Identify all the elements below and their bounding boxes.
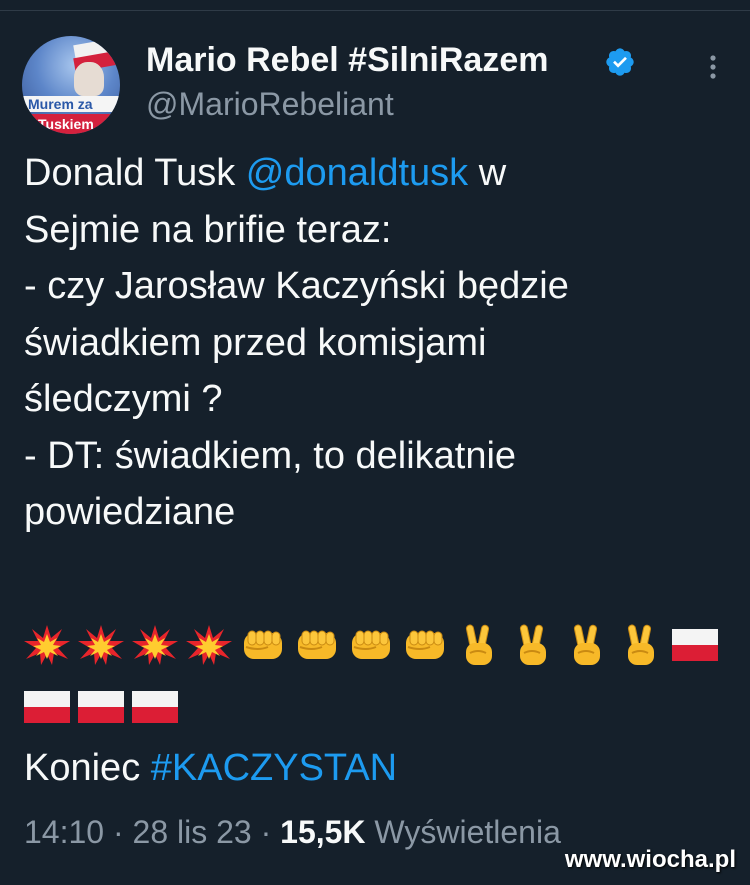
tweet-time[interactable]: 14:10	[24, 814, 104, 850]
tweet-text-line1-post: w	[468, 152, 507, 194]
meta-separator-1: ·	[112, 814, 124, 850]
avatar-text-line2: Tuskiem	[22, 114, 120, 134]
emoji-row-2	[22, 684, 180, 730]
poland-flag-icon	[670, 623, 720, 667]
collision-icon	[22, 623, 72, 667]
fist-icon	[238, 623, 288, 667]
author-avatar[interactable]: Murem za Tuskiem	[22, 36, 120, 134]
more-options-icon[interactable]	[700, 52, 726, 82]
victory-hand-icon	[508, 623, 558, 667]
views-label: Wyświetlenia	[374, 814, 561, 850]
collision-icon	[76, 623, 126, 667]
site-watermark: www.wiocha.pl	[564, 846, 736, 873]
meta-separator-2: ·	[260, 814, 272, 850]
views-count[interactable]: 15,5K	[280, 814, 365, 850]
hashtag-link[interactable]: #KACZYSTAN	[151, 747, 397, 789]
fist-icon	[292, 623, 342, 667]
author-handle[interactable]: @MarioRebeliant	[146, 84, 394, 124]
fist-icon	[346, 623, 396, 667]
mention-link[interactable]: @donaldtusk	[246, 152, 468, 194]
tweet-text-body: Sejmie na brifie teraz: - czy Jarosław K…	[24, 208, 569, 534]
poland-flag-icon	[22, 685, 72, 729]
koniec-text: Koniec	[24, 747, 151, 789]
verified-badge-icon	[606, 48, 634, 76]
avatar-person	[74, 62, 104, 96]
tweet-closing-line: Koniec #KACZYSTAN	[24, 740, 397, 796]
tweet-date[interactable]: 28 lis 23	[133, 814, 252, 850]
emoji-row-1	[22, 622, 720, 668]
poland-flag-icon	[76, 685, 126, 729]
tweet-text: Donald Tusk @donaldtusk w Sejmie na brif…	[24, 145, 730, 541]
top-divider	[0, 10, 750, 11]
victory-hand-icon	[562, 623, 612, 667]
victory-hand-icon	[616, 623, 666, 667]
tweet-meta: 14:10 · 28 lis 23 · 15,5K Wyświetlenia	[24, 808, 561, 856]
fist-icon	[400, 623, 450, 667]
victory-hand-icon	[454, 623, 504, 667]
tweet-text-line1-pre: Donald Tusk	[24, 152, 246, 194]
author-display-name[interactable]: Mario Rebel #SilniRazem	[146, 40, 548, 80]
collision-icon	[184, 623, 234, 667]
poland-flag-icon	[130, 685, 180, 729]
collision-icon	[130, 623, 180, 667]
avatar-text-line1: Murem za	[22, 96, 120, 112]
